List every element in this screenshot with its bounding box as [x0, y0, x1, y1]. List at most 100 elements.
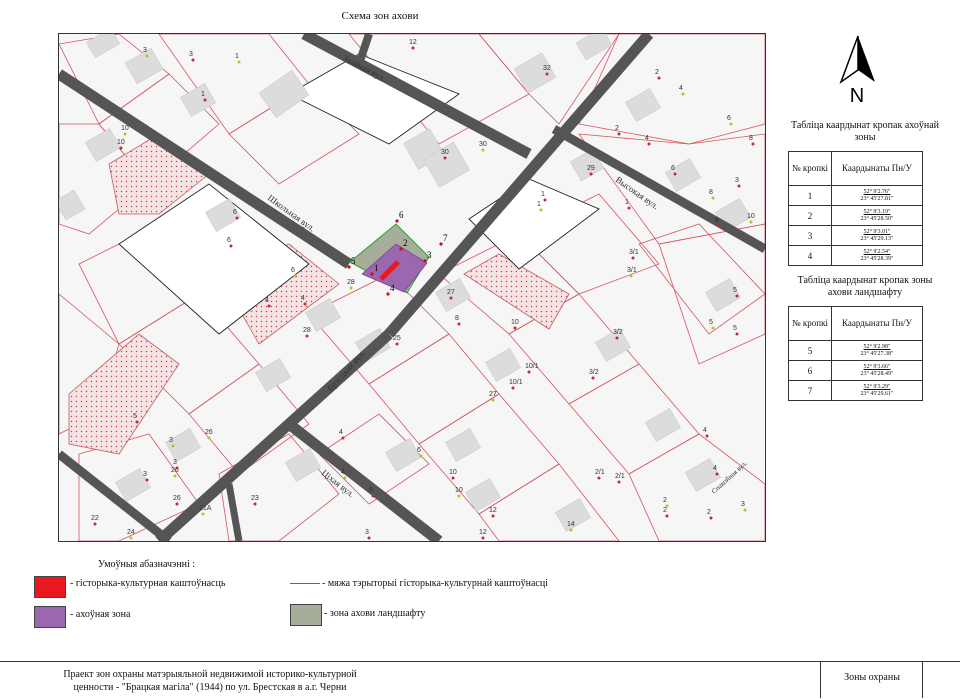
address-point-marker [203, 98, 207, 102]
legend-label-landscape: - зона ахови ландшафту [324, 608, 426, 619]
landscape-coords-table: № кропкі Каардынаты Пн/У 5 52° 9'2.98" 23°… [788, 306, 923, 401]
zone-point-label: 3 [427, 250, 432, 260]
address-point-marker [201, 512, 205, 516]
address-point-marker [735, 294, 739, 298]
title-block-divider [820, 661, 821, 698]
zone-point-label: 6 [399, 210, 404, 220]
longitude: 23° 45'29.13" [860, 235, 894, 242]
coords-row: 1 52° 9'2.76" 23° 45'27.81" [788, 185, 923, 206]
address-point-marker [303, 302, 307, 306]
house-number: 3/1 [627, 267, 637, 274]
house-number: 10 [121, 125, 129, 132]
point-number: 7 [788, 380, 832, 401]
address-point-marker [737, 184, 741, 188]
address-point-marker [341, 436, 345, 440]
latitude: 52° 9'3.66" [863, 363, 891, 370]
house-number: 4 [301, 295, 305, 302]
house-number: 27 [489, 391, 497, 398]
house-number: 2 [663, 507, 667, 514]
house-number: 3 [143, 47, 147, 54]
address-point-marker [457, 322, 461, 326]
house-number: 1 [537, 201, 541, 208]
address-point-marker [145, 478, 149, 482]
address-point-marker [419, 454, 423, 458]
address-point-marker [349, 286, 353, 290]
address-point-marker [443, 156, 447, 160]
house-number: 4 [341, 469, 345, 476]
latitude: 52° 9'2.54" [863, 248, 891, 255]
house-number: 2/1 [595, 469, 605, 476]
address-point-marker [615, 336, 619, 340]
landscape-table-title: Табліца каардынат кропак зоны ахови ланд… [797, 275, 933, 298]
address-point-marker [267, 304, 271, 308]
zone-point-label: 2 [403, 238, 408, 248]
address-point-marker [123, 132, 127, 136]
point-number: 5 [788, 340, 832, 361]
map-canvas: Зялёная вул. Школьная вул. Брэсцкая вул.… [59, 34, 765, 541]
house-number: 2 [615, 125, 619, 132]
house-number: 4 [703, 427, 707, 434]
address-point-marker [491, 398, 495, 402]
house-number: 24 [127, 529, 135, 536]
house-number: 1 [201, 91, 205, 98]
house-number: 30 [479, 141, 487, 148]
point-number: 3 [788, 225, 832, 246]
sheet-title: Зоны охраны [844, 672, 900, 683]
house-number: 8 [455, 315, 459, 322]
longitude: 23° 45'29.61" [860, 390, 894, 397]
house-number: 1 [541, 191, 545, 198]
column-header-no: № кропкі [788, 151, 832, 186]
house-number: 26 [173, 495, 181, 502]
protection-table-title: Табліца каардынат кропак ахоўнай зоны [790, 120, 940, 143]
house-number: 3 [169, 437, 173, 444]
house-number: 2 [663, 497, 667, 504]
house-number: 3/2 [613, 329, 623, 336]
address-point-marker [711, 326, 715, 330]
house-number: 4 [679, 85, 683, 92]
point-coordinates: 52° 9'3.01" 23° 45'29.13" [831, 225, 923, 246]
house-number: 1 [235, 53, 239, 60]
coords-row: 3 52° 9'3.01" 23° 45'29.13" [788, 225, 923, 246]
house-number: 26 [205, 429, 213, 436]
address-point-marker [235, 216, 239, 220]
longitude: 23° 45'27.38" [860, 350, 894, 357]
house-number: 4 [713, 465, 717, 472]
address-point-marker [451, 476, 455, 480]
house-number: 6 [727, 115, 731, 122]
house-number: 12 [479, 529, 487, 536]
house-number: 3 [741, 501, 745, 508]
address-point-marker [305, 334, 309, 338]
latitude: 52° 9'2.76" [863, 188, 891, 195]
zone-point-label: 7 [443, 233, 448, 243]
address-point-marker [665, 514, 669, 518]
address-point-marker [743, 508, 747, 512]
address-point-marker [457, 494, 461, 498]
address-point-marker [597, 476, 601, 480]
protection-coords-table: № кропкі Каардынаты Пн/У 1 52° 9'2.76" 23°… [788, 151, 923, 266]
house-number: 4 [265, 297, 269, 304]
column-header-coords: Каардынаты Пн/У [831, 306, 923, 341]
address-point-marker [589, 172, 593, 176]
latitude: 52° 9'2.98" [863, 343, 891, 350]
address-point-marker [749, 220, 753, 224]
address-point-marker [481, 148, 485, 152]
map-view[interactable]: Зялёная вул. Школьная вул. Брэсцкая вул.… [58, 33, 766, 542]
north-arrow-icon [839, 35, 859, 85]
address-point-marker [665, 504, 669, 508]
address-point-marker [481, 536, 485, 540]
house-number: 3 [735, 177, 739, 184]
address-point-marker [591, 376, 595, 380]
point-coordinates: 52° 9'2.54" 23° 45'28.39" [831, 245, 923, 266]
point-coordinates: 52° 9'3.19" 23° 45'28.50" [831, 205, 923, 226]
legend-label-monument: - гісторыка-культурная каштоўнасць [70, 578, 226, 589]
project-title-line2: ценности - "Брацкая магіла" (1944) по ул… [73, 682, 347, 693]
house-number: 5 [733, 325, 737, 332]
legend-swatch-landscape [290, 604, 322, 626]
address-point-marker [173, 474, 177, 478]
address-point-marker [627, 206, 631, 210]
legend-label-boundary: - мяжа тэрыторыі гісторыка-культурнай ка… [322, 578, 548, 589]
latitude: 52° 9'3.29" [863, 383, 891, 390]
address-point-marker [145, 54, 149, 58]
address-point-marker [673, 172, 677, 176]
longitude: 23° 45'28.39" [860, 255, 894, 262]
